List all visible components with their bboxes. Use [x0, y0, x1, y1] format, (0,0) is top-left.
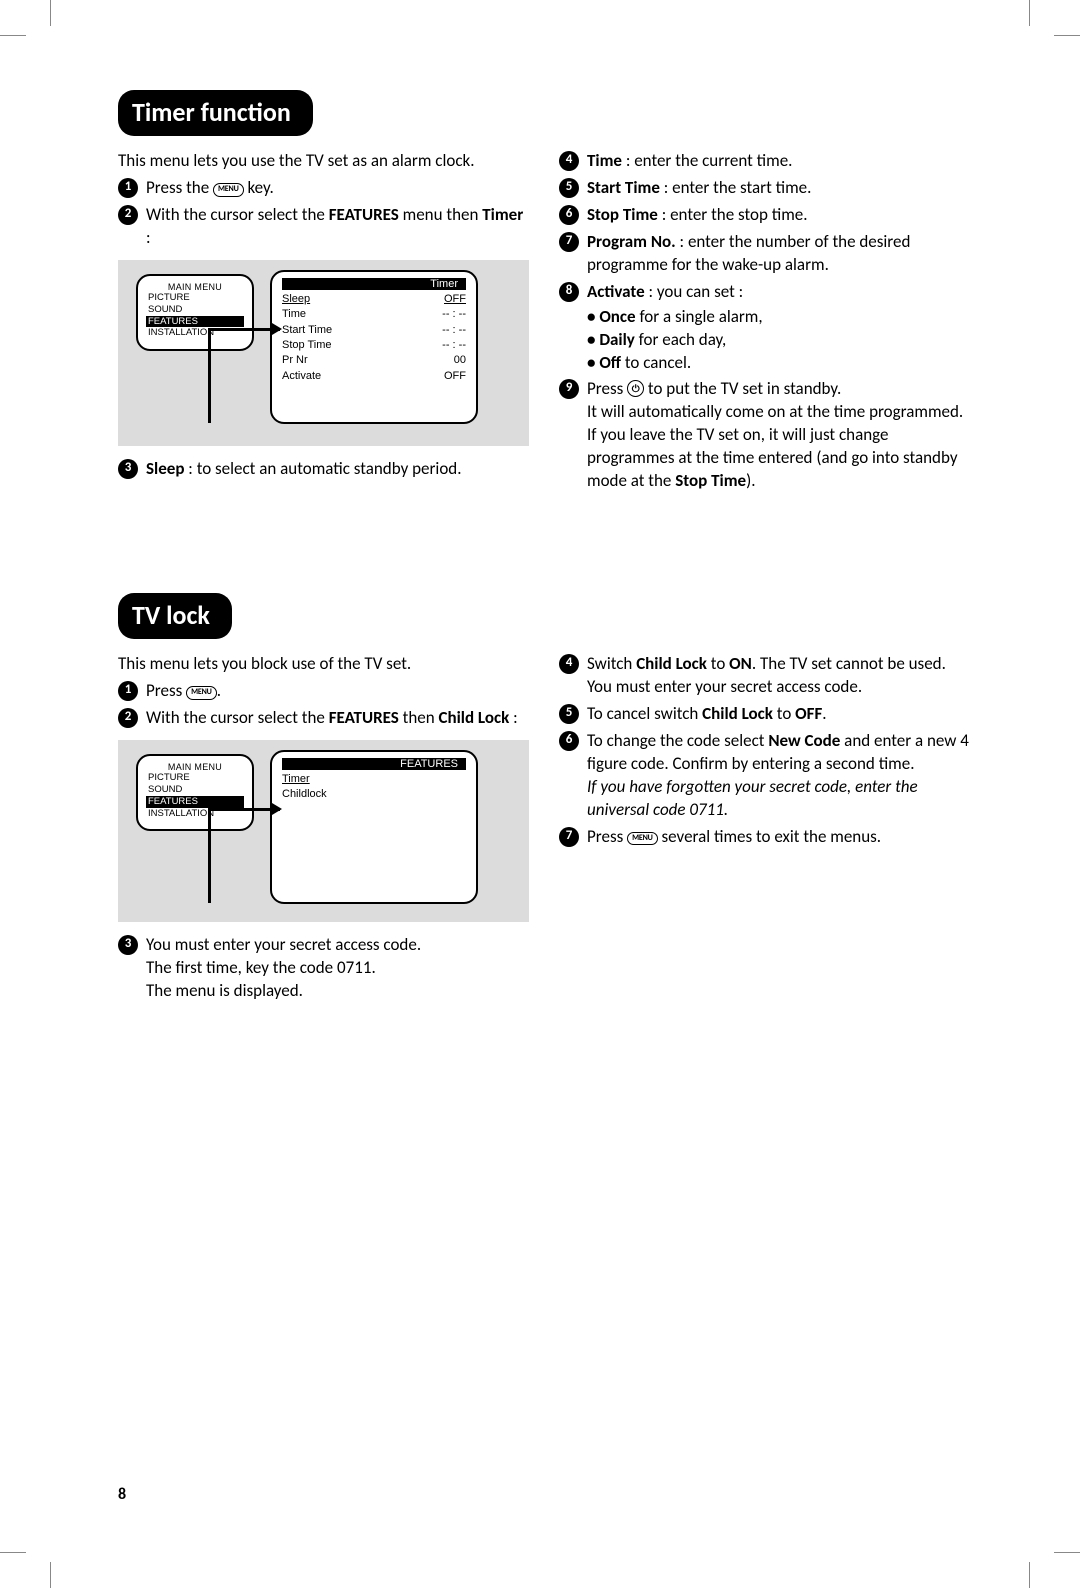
osd-tvlock: MAIN MENU PICTURE SOUND FEATURES INSTALL… [118, 740, 529, 922]
lock-step-5: To cancel switch Child Lock to OFF. [559, 703, 970, 726]
step-3: Sleep : to select an automatic standby p… [118, 458, 529, 481]
lock-step-3: You must enter your secret access code. … [118, 934, 529, 1003]
section-heading-tvlock: TV lock [118, 593, 232, 639]
col-left-timer: This menu lets you use the TV set as an … [118, 150, 529, 497]
col-right-timer: Time : enter the current time. Start Tim… [559, 150, 970, 497]
section-heading-timer: Timer function [118, 90, 313, 136]
lock-step-7: Press MENU several times to exit the men… [559, 826, 970, 849]
step-5: Start Time : enter the start time. [559, 177, 970, 200]
osd-main-menu: MAIN MENU PICTURE SOUND FEATURES INSTALL… [136, 754, 254, 832]
lock-step-1: Press MENU. [118, 680, 529, 703]
osd-sub-menu: Timer SleepOFF Time-- : -- Start Time-- … [270, 270, 478, 424]
step-6: Stop Time : enter the stop time. [559, 204, 970, 227]
menu-key-icon: MENU [627, 832, 658, 846]
page-number: 8 [118, 1485, 126, 1504]
step-9: Press ⏻ to put the TV set in standby. It… [559, 378, 970, 493]
standby-key-icon: ⏻ [627, 380, 644, 397]
lock-step-6: To change the code select New Code and e… [559, 730, 970, 822]
step-7: Program No. : enter the number of the de… [559, 231, 970, 277]
lock-step-2: With the cursor select the FEATURES then… [118, 707, 529, 730]
osd-sub-menu: FEATURES Timer Childlock [270, 750, 478, 904]
osd-timer: MAIN MENU PICTURE SOUND FEATURES INSTALL… [118, 260, 529, 446]
step-8: Activate : you can set : Once for a sing… [559, 281, 970, 375]
step-1: Press the MENU key. [118, 177, 529, 200]
menu-key-icon: MENU [186, 686, 217, 700]
intro-tvlock: This menu lets you block use of the TV s… [118, 653, 529, 676]
step-2: With the cursor select the FEATURES menu… [118, 204, 529, 250]
lock-step-4: Switch Child Lock to ON. The TV set cann… [559, 653, 970, 699]
menu-key-icon: MENU [213, 183, 244, 197]
intro-timer: This menu lets you use the TV set as an … [118, 150, 529, 173]
col-right-tvlock: Switch Child Lock to ON. The TV set cann… [559, 653, 970, 1007]
col-left-tvlock: This menu lets you block use of the TV s… [118, 653, 529, 1007]
osd-main-menu: MAIN MENU PICTURE SOUND FEATURES INSTALL… [136, 274, 254, 352]
page-content: Timer function This menu lets you use th… [0, 0, 1080, 1067]
step-4: Time : enter the current time. [559, 150, 970, 173]
